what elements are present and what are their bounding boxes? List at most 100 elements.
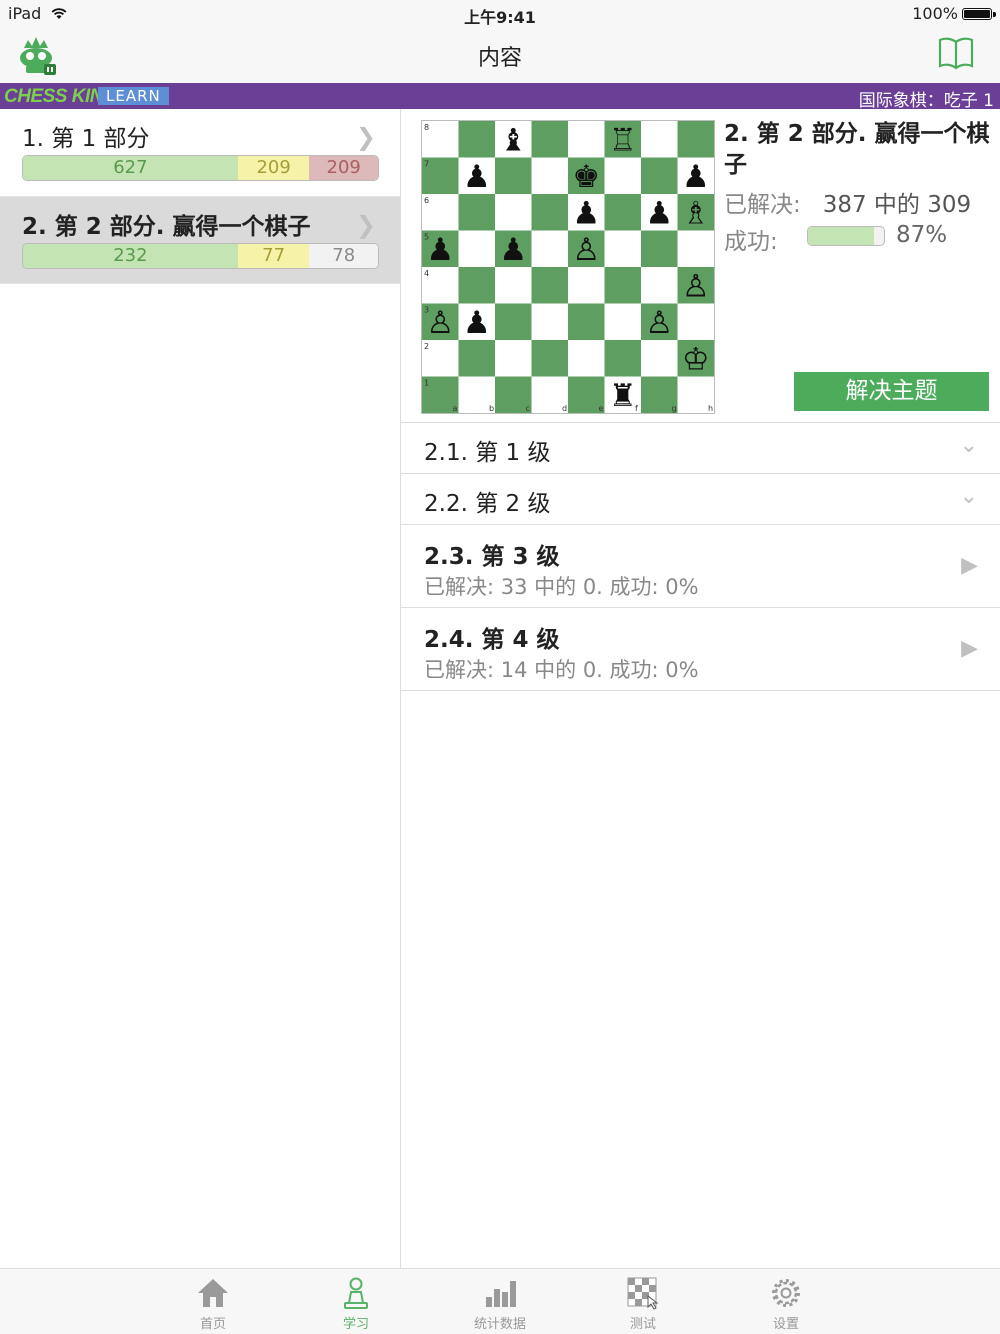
tab-label: 统计数据 <box>473 1317 526 1332</box>
detail-title: 2. 第 2 部分. 赢得一个棋子 <box>724 121 990 178</box>
learn-badge: LEARN <box>98 87 169 105</box>
unsolved-count: 78 <box>309 244 378 268</box>
board-square <box>531 121 568 158</box>
solve-topic-button[interactable]: 解决主题 <box>794 372 989 411</box>
board-square <box>458 230 495 267</box>
board-square <box>495 340 532 377</box>
file-label: a <box>453 404 458 413</box>
chess-piece: ♙ <box>572 232 600 268</box>
chess-piece: ♚ <box>572 159 600 195</box>
success-percent: 87% <box>896 222 948 248</box>
tab-learn[interactable]: 学习 <box>301 1273 411 1332</box>
success-progress-bar <box>807 226 885 246</box>
board-square <box>495 194 532 231</box>
part-item-2[interactable]: 2. 第 2 部分. 赢得一个棋子 ❯ 232 77 78 <box>0 197 400 284</box>
pawn-icon <box>344 1277 368 1309</box>
tab-home[interactable]: 首页 <box>158 1273 268 1332</box>
level-item-3[interactable]: 2.3. 第 3 级 已解决: 33 中的 0. 成功: 0% ▶ <box>401 525 1000 608</box>
book-icon[interactable] <box>938 36 974 74</box>
tab-statistics[interactable]: 统计数据 <box>445 1273 555 1332</box>
level-item-2[interactable]: 2.2. 第 2 级 ⌄ <box>401 474 1000 525</box>
board-square <box>531 194 568 231</box>
chess-piece: ♗ <box>682 195 710 231</box>
page-title: 内容 <box>477 46 522 71</box>
success-progress-fill <box>808 227 875 245</box>
solved-value: 387 中的 309 <box>822 192 972 218</box>
parts-list: 1. 第 1 部分 ❯ 627 209 209 2. 第 2 部分. 赢得一个棋… <box>0 109 401 1268</box>
board-square <box>568 267 605 304</box>
play-icon[interactable]: ▶ <box>961 553 978 578</box>
solved-count: 627 <box>23 156 238 180</box>
board-square <box>458 267 495 304</box>
home-icon <box>198 1279 228 1307</box>
tab-bar: 首页 学习 统计数据 测试 设置 <box>0 1268 1000 1334</box>
board-square <box>531 303 568 340</box>
board-square <box>604 194 641 231</box>
chess-piece: ♟ <box>645 195 673 231</box>
chess-piece: ♟ <box>463 159 491 195</box>
level-item-4[interactable]: 2.4. 第 4 级 已解决: 14 中的 0. 成功: 0% ▶ <box>401 608 1000 691</box>
board-square <box>531 340 568 377</box>
tab-label: 设置 <box>772 1317 799 1332</box>
board-square <box>495 157 532 194</box>
navigation-bar: 内容 <box>0 28 1000 83</box>
part-title: 2. 第 2 部分. 赢得一个棋子 <box>22 214 311 240</box>
rank-label: 8 <box>424 123 429 132</box>
chess-piece: ♟ <box>426 232 454 268</box>
file-label: b <box>489 404 494 413</box>
tab-settings[interactable]: 设置 <box>731 1273 841 1332</box>
level-title: 2.4. 第 4 级 <box>424 627 560 653</box>
chess-piece: ♟ <box>499 232 527 268</box>
board-square <box>677 121 714 158</box>
file-label: e <box>599 404 604 413</box>
board-square <box>568 340 605 377</box>
battery-icon <box>962 7 996 20</box>
level-list: 2.1. 第 1 级 ⌄ 2.2. 第 2 级 ⌄ 2.3. 第 3 级 已解决… <box>401 422 1000 691</box>
chess-piece: ♔ <box>682 341 710 377</box>
partial-count: 77 <box>237 244 310 268</box>
file-label: h <box>708 404 713 413</box>
play-icon[interactable]: ▶ <box>961 636 978 661</box>
status-time: 上午9:41 <box>464 8 536 27</box>
board-square <box>604 340 641 377</box>
file-label: d <box>562 404 567 413</box>
board-square <box>604 157 641 194</box>
rank-label: 6 <box>424 196 429 205</box>
breadcrumb: 国际象棋：吃子 1 <box>858 91 994 111</box>
rank-label: 1 <box>424 379 429 388</box>
tab-test[interactable]: 测试 <box>588 1273 698 1332</box>
rank-label: 4 <box>424 269 429 278</box>
part-progress-bar: 627 209 209 <box>22 155 379 181</box>
app-banner: CHESS KING LEARN 国际象棋：吃子 1 <box>0 83 1000 111</box>
board-square <box>604 230 641 267</box>
solved-count: 232 <box>23 244 238 268</box>
board-square <box>495 267 532 304</box>
chess-piece: ♙ <box>682 268 710 304</box>
board-square <box>604 303 641 340</box>
gear-icon <box>772 1279 800 1307</box>
part-title: 1. 第 1 部分 <box>22 126 150 152</box>
board-square <box>458 121 495 158</box>
part-item-1[interactable]: 1. 第 1 部分 ❯ 627 209 209 <box>0 109 400 197</box>
board-square <box>531 230 568 267</box>
chess-board: 87654321a b c d e f g h♝ ♖♟ ♚ ♟♟ ♟ ♗♟ ♟ ♙♙♙ ♟ ♙♔♜ <box>422 121 714 413</box>
partial-count: 209 <box>237 156 310 180</box>
chevron-right-icon: ❯ <box>355 123 376 151</box>
chess-piece: ♙ <box>645 305 673 341</box>
status-bar: iPad 上午9:41 100% <box>0 0 1000 28</box>
part-detail: 8 7 6 5 4 3 2 1 a b c d e f g h ♝ ♖ ♟ ♚ ♟ ♟ ♟ ♗ ♟ ♟ ♙ ♙ ♙ ♟ ♙ ♔ ♜ 2. 第 2… <box>401 109 1000 1268</box>
failed-count: 209 <box>309 156 378 180</box>
battery-percent: 100% <box>912 4 958 23</box>
level-item-1[interactable]: 2.1. 第 1 级 ⌄ <box>401 423 1000 474</box>
level-title: 2.3. 第 3 级 <box>424 544 560 570</box>
board-square <box>531 157 568 194</box>
board-square <box>641 121 678 158</box>
level-title: 2.2. 第 2 级 <box>424 491 551 517</box>
chevron-down-icon: ⌄ <box>959 433 978 458</box>
chevron-down-icon: ⌄ <box>959 484 978 509</box>
board-square <box>568 303 605 340</box>
tab-label: 学习 <box>342 1317 369 1332</box>
level-title: 2.1. 第 1 级 <box>424 440 551 466</box>
board-square <box>531 267 568 304</box>
level-stats: 已解决: 33 中的 0. 成功: 0% <box>424 575 699 599</box>
